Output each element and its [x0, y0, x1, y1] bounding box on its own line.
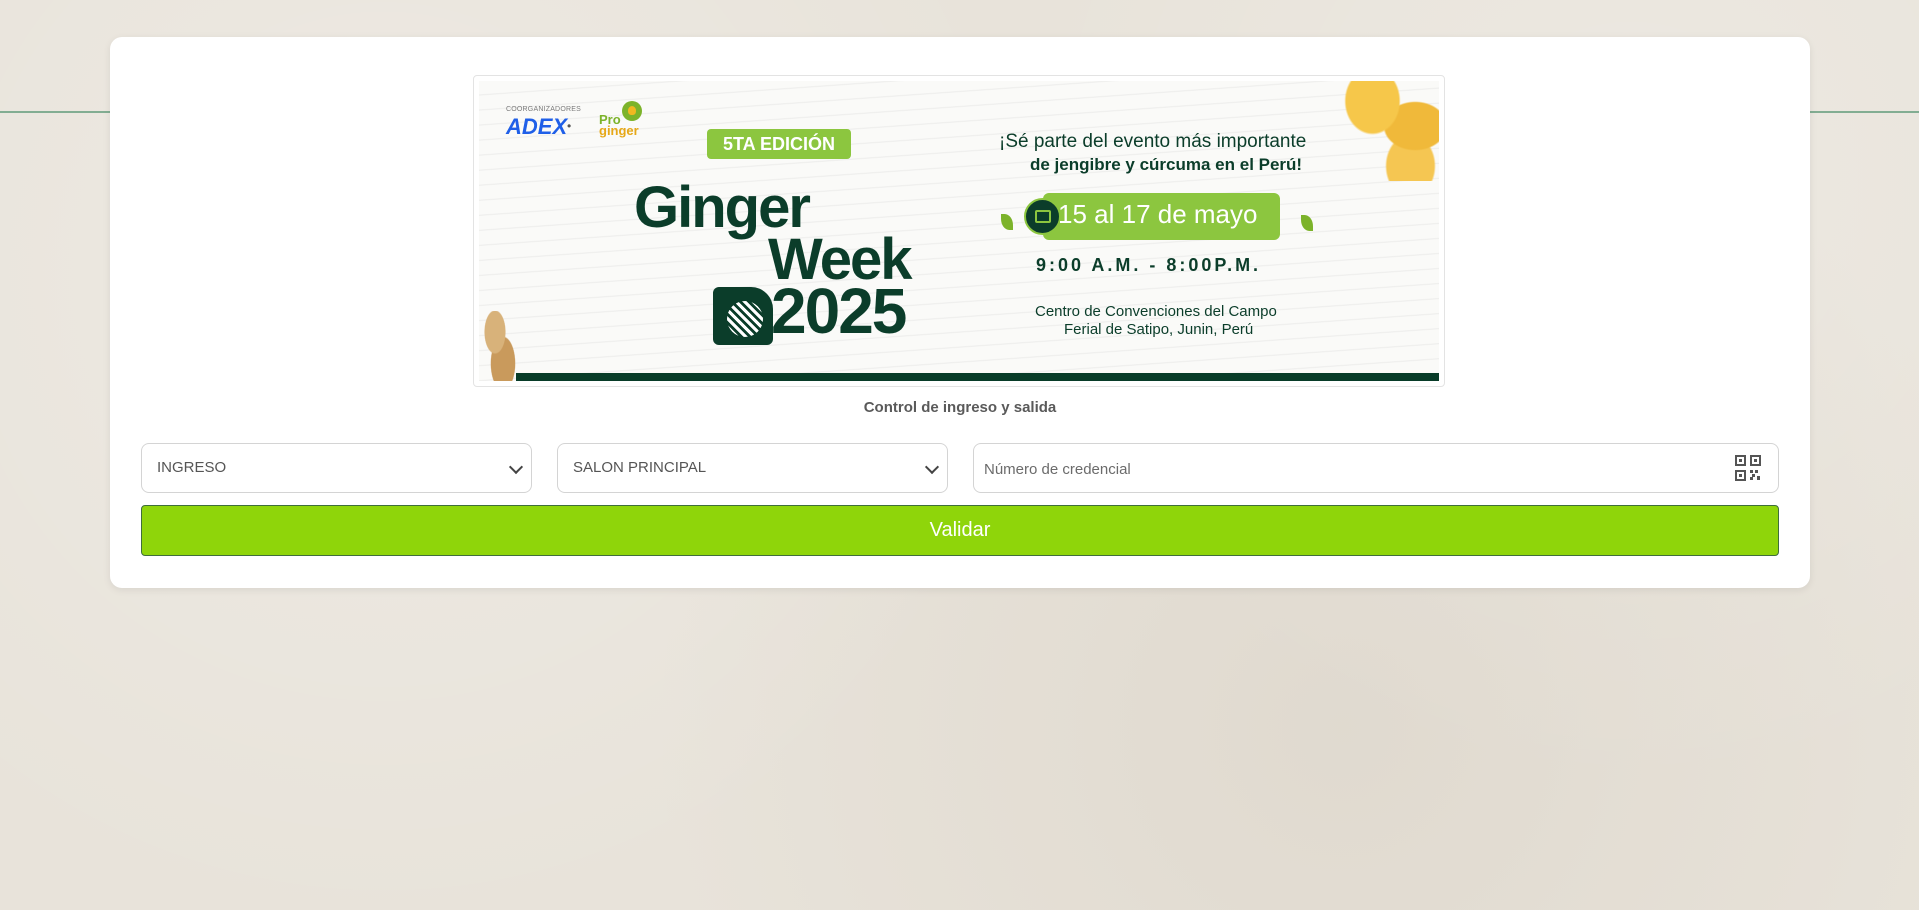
event-venue: Centro de Convenciones del Campo: [1035, 303, 1277, 320]
event-banner: COORGANIZADORES ADEX • Pro ginger 5TA ED…: [473, 75, 1445, 387]
background-decor-line: [1807, 111, 1919, 113]
coorganizers-label: COORGANIZADORES: [506, 106, 581, 113]
proginger-logo-icon: [622, 101, 642, 121]
chevron-down-icon: [508, 459, 524, 475]
leaf-icon: [1001, 214, 1013, 230]
logo-separator: •: [567, 119, 572, 133]
event-year: 2025: [771, 275, 907, 347]
page-subtitle: Control de ingreso y salida: [863, 399, 1057, 416]
credential-input[interactable]: [982, 456, 1686, 482]
adex-logo: ADEX: [506, 114, 568, 139]
event-venue: Ferial de Satipo, Junin, Perú: [1064, 321, 1254, 338]
movement-type-value: INGRESO: [157, 459, 227, 476]
chevron-down-icon: [924, 459, 940, 475]
qr-code-icon[interactable]: [1735, 455, 1761, 481]
validate-button[interactable]: Validar: [141, 505, 1779, 556]
banner-bottom-bar: [516, 373, 1439, 381]
event-tagline: de jengibre y cúrcuma en el Perú!: [1030, 155, 1303, 174]
event-dates: 15 al 17 de mayo: [1058, 199, 1258, 229]
proginger-logo-text: ginger: [599, 123, 639, 138]
event-tagline: ¡Sé parte del evento más importante: [999, 131, 1307, 152]
ginger-week-mark-icon: [713, 287, 773, 345]
event-hours: 9:00 A.M. - 8:00P.M.: [1036, 255, 1262, 275]
credential-field: [973, 443, 1779, 493]
banner-image: COORGANIZADORES ADEX • Pro ginger 5TA ED…: [479, 81, 1439, 381]
background-decor-line: [0, 111, 112, 113]
ginger-root-image: [479, 311, 519, 381]
leaf-icon: [1301, 215, 1313, 231]
calendar-icon: [1024, 198, 1061, 235]
movement-type-select[interactable]: INGRESO: [141, 443, 532, 493]
room-value: SALON PRINCIPAL: [573, 459, 707, 476]
ginger-root-image: [1344, 81, 1439, 181]
room-select[interactable]: SALON PRINCIPAL: [557, 443, 948, 493]
edition-badge: 5TA EDICIÓN: [707, 129, 852, 159]
